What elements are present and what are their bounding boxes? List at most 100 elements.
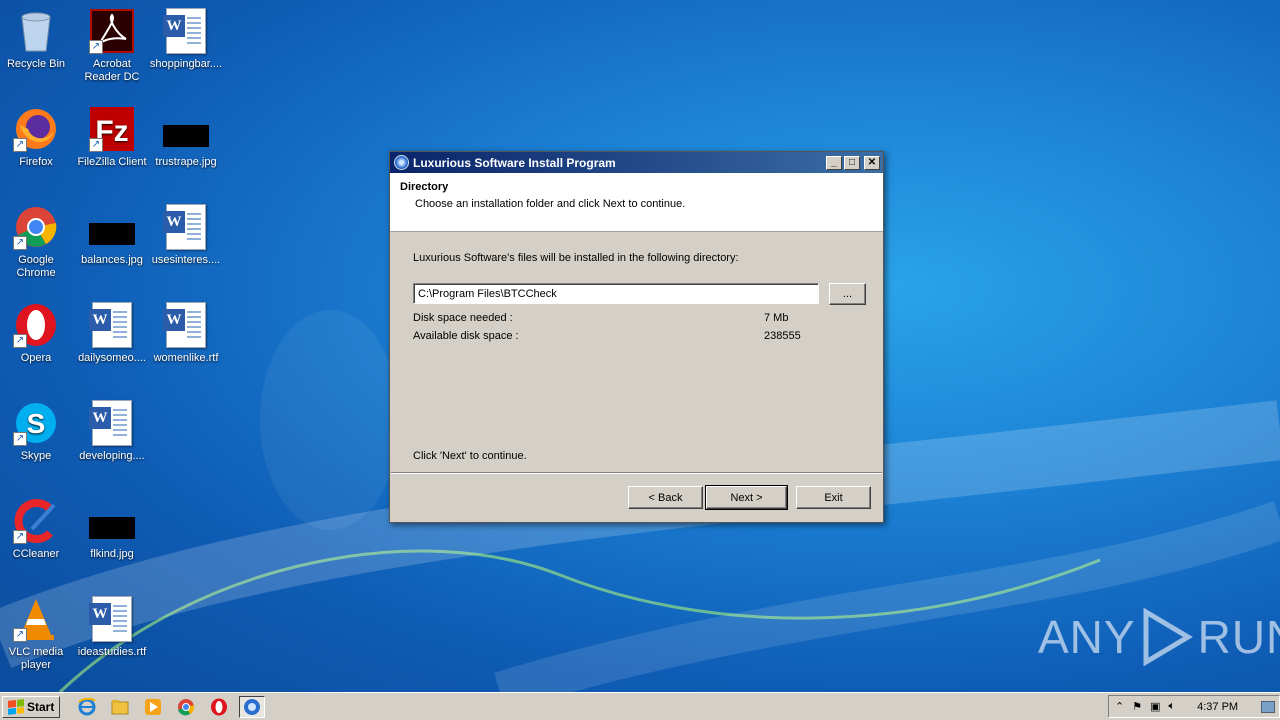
ccleaner-icon: ↗ [13, 498, 59, 544]
desktop-icon-label: usesinteres.... [151, 254, 221, 266]
show-hidden-icons-icon[interactable]: ⌃ [1115, 700, 1124, 713]
dialog-title-bar[interactable]: Luxurious Software Install Program _ □ ✕ [390, 152, 883, 173]
continue-hint: Click 'Next' to continue. [413, 450, 527, 462]
system-tray: ⌃ ⚑ ▣ 🔈︎ 4:37 PM [1108, 695, 1280, 718]
desktop-icon-recycle-bin[interactable]: Recycle Bin [0, 8, 74, 71]
desktop-icon-skype[interactable]: S ↗ Skype [0, 400, 74, 463]
installer-app-icon [244, 698, 261, 715]
desktop-icon-label: flkind.jpg [90, 548, 134, 560]
desktop-icon-ideastudies[interactable]: W ideastudies.rtf [74, 596, 150, 659]
watermark-text-right: RUN [1197, 611, 1280, 663]
taskbar: Start ⌃ ⚑ ▣ 🔈︎ 4:37 PM [0, 692, 1280, 720]
desktop-icon-acrobat[interactable]: ↗ Acrobat Reader DC [74, 8, 150, 84]
word-document-icon: W [89, 302, 135, 348]
network-icon[interactable]: ▣ [1150, 700, 1160, 713]
image-thumbnail-icon [89, 498, 135, 544]
desktop-icon-ccleaner[interactable]: ↗ CCleaner [0, 498, 74, 561]
desktop-icon-filezilla[interactable]: Fz ↗ FileZilla Client [74, 106, 150, 169]
shortcut-arrow-icon: ↗ [89, 138, 103, 152]
desktop-icon-label: Opera [20, 352, 52, 364]
media-player-icon[interactable] [140, 696, 166, 718]
desktop-icon-opera[interactable]: ↗ Opera [0, 302, 74, 365]
shortcut-arrow-icon: ↗ [13, 432, 27, 446]
minimize-button[interactable]: _ [826, 155, 842, 170]
back-button[interactable]: < Back [628, 486, 703, 509]
chrome-icon: ↗ [13, 204, 59, 250]
step-subtitle: Choose an installation folder and click … [415, 198, 686, 210]
desktop-icon-label: Recycle Bin [6, 58, 66, 70]
play-triangle-icon [1143, 608, 1193, 666]
opera-icon[interactable] [206, 696, 232, 718]
start-button[interactable]: Start [2, 695, 61, 718]
ie-icon[interactable] [74, 696, 100, 718]
word-document-icon: W [163, 204, 209, 250]
desktop-icon-label: VLC media player [8, 646, 64, 671]
windows-logo-icon [8, 698, 24, 715]
desktop-icon-trustrape[interactable]: trustrape.jpg [148, 106, 224, 169]
desktop-icon-label: trustrape.jpg [155, 156, 217, 168]
svg-text:S: S [27, 408, 46, 439]
show-desktop-icon[interactable] [1261, 700, 1275, 713]
anyrun-watermark: ANY RUN [1038, 608, 1280, 666]
desktop-icon-usesinteres[interactable]: W usesinteres.... [148, 204, 224, 267]
disk-needed-label: Disk space needed : [413, 312, 513, 324]
vlc-icon: ↗ [13, 596, 59, 642]
shortcut-arrow-icon: ↗ [13, 530, 27, 544]
desktop-icon-label: dailysomeo.... [78, 352, 146, 364]
browse-button[interactable]: ... [829, 283, 866, 305]
action-center-flag-icon[interactable]: ⚑ [1132, 700, 1142, 713]
installer-taskbar-button[interactable] [239, 695, 266, 718]
shortcut-arrow-icon: ↗ [89, 40, 103, 54]
desktop-icon-label: developing.... [79, 450, 145, 462]
explorer-icon[interactable] [107, 696, 133, 718]
desktop-icon-firefox[interactable]: ↗ Firefox [0, 106, 74, 169]
install-path-input[interactable] [413, 283, 819, 304]
clock[interactable]: 4:37 PM [1197, 701, 1238, 713]
word-document-icon: W [89, 596, 135, 642]
image-thumbnail-icon [89, 204, 135, 250]
desktop-icon-label: FileZilla Client [77, 156, 147, 168]
desktop-icon-label: womenlike.rtf [153, 352, 219, 364]
step-title: Directory [400, 181, 449, 193]
image-thumbnail-icon [163, 106, 209, 152]
desktop-icon-developing[interactable]: W developing.... [74, 400, 150, 463]
desktop-icon-flkind[interactable]: flkind.jpg [74, 498, 150, 561]
desktop-icon-label: shoppingbar.... [149, 58, 223, 70]
word-document-icon: W [163, 8, 209, 54]
word-document-icon: W [89, 400, 135, 446]
desktop-icon-vlc[interactable]: ↗ VLC media player [0, 596, 74, 672]
opera-icon: ↗ [13, 302, 59, 348]
desktop-icon-balances[interactable]: balances.jpg [74, 204, 150, 267]
word-document-icon: W [163, 302, 209, 348]
desktop-icon-dailysomeo[interactable]: W dailysomeo.... [74, 302, 150, 365]
disk-needed-value: 7 Mb [764, 312, 789, 324]
desktop-icon-label: Acrobat Reader DC [84, 58, 140, 83]
install-intro-text: Luxurious Software's files will be insta… [413, 252, 739, 264]
shortcut-arrow-icon: ↗ [13, 236, 27, 250]
disk-available-value: 238555 [764, 330, 801, 342]
desktop-icon-label: Firefox [19, 156, 53, 168]
volume-icon[interactable]: 🔈︎ [1169, 700, 1176, 713]
dialog-header-panel: Directory Choose an installation folder … [390, 173, 883, 232]
desktop-icon-shoppingbar[interactable]: W shoppingbar.... [148, 8, 224, 71]
maximize-button[interactable]: □ [844, 155, 860, 170]
shortcut-arrow-icon: ↗ [13, 138, 27, 152]
installer-app-icon [394, 155, 409, 170]
close-button[interactable]: ✕ [864, 155, 880, 170]
desktop-icon-chrome[interactable]: ↗ Google Chrome [0, 204, 74, 280]
footer-separator [391, 472, 882, 474]
acrobat-icon: ↗ [89, 8, 135, 54]
firefox-icon: ↗ [13, 106, 59, 152]
start-label: Start [27, 699, 55, 714]
desktop-icon-womenlike[interactable]: W womenlike.rtf [148, 302, 224, 365]
chrome-icon[interactable] [173, 696, 199, 718]
desktop-icon-label: Google Chrome [16, 254, 56, 279]
watermark-text-left: ANY [1038, 611, 1136, 663]
exit-button[interactable]: Exit [796, 486, 871, 509]
disk-available-label: Available disk space : [413, 330, 519, 342]
recycle-bin-icon [13, 8, 59, 54]
desktop-icon-label: balances.jpg [81, 254, 143, 266]
shortcut-arrow-icon: ↗ [13, 334, 27, 348]
next-button[interactable]: Next > [705, 485, 788, 510]
filezilla-icon: Fz ↗ [89, 106, 135, 152]
